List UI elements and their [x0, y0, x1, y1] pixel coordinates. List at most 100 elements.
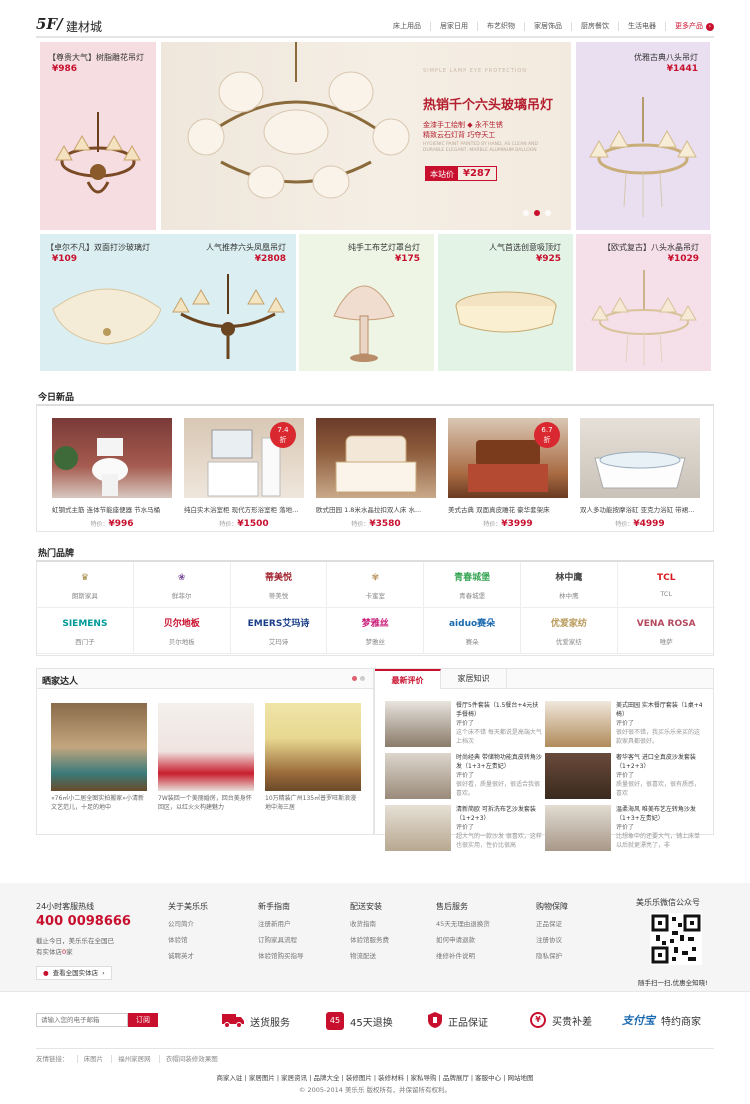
floor-nav-item[interactable]: 布艺织物	[477, 22, 524, 31]
brand-cell[interactable]: ♛ 朗斯家具	[37, 562, 134, 608]
bottom-link[interactable]: 品牌大全	[314, 1074, 340, 1082]
brand-cell[interactable]: 青春城堡 青春城堡	[424, 562, 521, 608]
review-item[interactable]: 清新简欧 可拆洗布艺沙发套装（1+2+3） 评价了 超大气的一款沙发 很喜欢，这样也…	[385, 805, 542, 851]
brand-cell[interactable]: 梦雅丝 梦雅丝	[327, 608, 425, 654]
bottom-link[interactable]: 商家入驻	[217, 1074, 243, 1082]
new-product-card[interactable]: 双人多功能按摩浴缸 亚克力浴缸 带裙... 特价：¥4999	[580, 418, 700, 529]
brand-cell[interactable]: aiduo赛朵 赛朵	[424, 608, 521, 654]
tile-title: 【欧式复古】八头水晶吊灯	[603, 243, 699, 252]
hero-banner[interactable]: SIMPLE LAMP EYE PROTECTION 热销千个六头玻璃吊灯 金漆…	[161, 42, 571, 230]
brand-cell[interactable]: 林中鹰 林中鹰	[521, 562, 618, 608]
review-text: 美式田园 实木餐厅套装（1桌+4椅） 评价了 很好很不错，我买乐乐来买的这款家具都很…	[616, 701, 704, 746]
floor-nav-item[interactable]: 生活电器	[618, 22, 665, 31]
footer-link[interactable]: 隐私保护	[536, 950, 568, 960]
review-product-title: 清新简欧 可拆洗布艺沙发套装（1+2+3）	[456, 806, 536, 822]
footer-column: 新手指南 注册新用户 订购家具流程 体验馆购买指导	[258, 901, 304, 960]
friend-link[interactable]: 床图片	[76, 1055, 110, 1063]
45-days-icon: 45	[326, 1012, 344, 1030]
tab-home-knowledge[interactable]: 家居知识	[441, 669, 507, 689]
product-tile-chandelier[interactable]: 【尊贵大气】树脂雕花吊灯 ¥986	[40, 42, 156, 230]
footer-link[interactable]: 注册协议	[536, 934, 568, 944]
showcase-card[interactable]: 7W装回一个美丽婚房，回台美身怀回区，以红火火构建魅力	[158, 703, 254, 814]
bottom-link[interactable]: 家居图片	[249, 1074, 275, 1082]
store-finder-button[interactable]: ● 查看全国实体店 ›	[36, 966, 112, 980]
email-input[interactable]	[36, 1013, 128, 1027]
footer-link[interactable]: 如何申请退款	[436, 934, 490, 944]
bottom-link[interactable]: 家居资讯	[281, 1074, 307, 1082]
footer-link[interactable]: 体验馆	[168, 934, 208, 944]
floor-nav-item[interactable]: 居家日用	[430, 22, 477, 31]
tab-latest-reviews[interactable]: 最新评价	[375, 669, 441, 689]
bottom-link[interactable]: 网站地图	[507, 1074, 533, 1082]
bottom-link[interactable]: 家私导购	[410, 1074, 436, 1082]
product-tile-chandelier[interactable]: 人气推荐六头凤凰吊灯 ¥2808	[161, 234, 296, 371]
bottom-link[interactable]: 客服中心	[475, 1074, 501, 1082]
subscribe-button[interactable]: 订阅	[128, 1013, 158, 1027]
brand-cell[interactable]: EMERS艾玛诗 艾玛诗	[230, 608, 328, 654]
banner-dot[interactable]	[545, 210, 551, 216]
footer-link[interactable]: 体验馆购买指导	[258, 950, 304, 960]
bottom-link[interactable]: 装修材料	[378, 1074, 404, 1082]
tile-title: 【尊贵大气】树脂雕花吊灯	[48, 53, 144, 62]
new-product-card[interactable]: 欧式田园 1.8米水晶拉扣双人床 水... 特价：¥3580	[316, 418, 436, 529]
product-tile-table-lamp[interactable]: 纯手工布艺灯罩台灯 ¥175	[299, 234, 434, 371]
footer-link[interactable]: 注册新用户	[258, 918, 304, 928]
floor-nav-item[interactable]: 家居饰品	[524, 22, 571, 31]
footer-link[interactable]: 体验馆服务费	[350, 934, 389, 944]
footer-link[interactable]: 45天无理由退换货	[436, 918, 490, 928]
footer-link[interactable]: 公司简介	[168, 918, 208, 928]
friend-link[interactable]: 福州家居网	[111, 1055, 157, 1063]
product-tile-ceiling-lamp[interactable]: 【卓尔不凡】双面打沙玻璃灯 ¥109	[40, 234, 175, 371]
footer-link[interactable]: 正品保证	[536, 918, 568, 928]
bottom-link[interactable]: 品牌展厅	[443, 1074, 469, 1082]
brand-cell[interactable]: VENA ROSA 唯萨	[617, 608, 715, 654]
review-item[interactable]: 餐厅5件套装（1.5餐台+4元扶手餐椅） 评价了 这个床不错 每天都说是高端大气上档…	[385, 701, 542, 747]
bottom-link[interactable]: 装修图片	[346, 1074, 372, 1082]
carousel-dot[interactable]	[360, 676, 365, 681]
product-name: 纯白实木浴室柜 现代方形浴室柜 落地...	[184, 506, 299, 514]
review-item[interactable]: 奢华客气 进口全真皮沙发套装（1+2+3） 评价了 质量很好，很喜欢，很有质感，喜欢	[545, 753, 700, 799]
product-tile-ceiling-lamp[interactable]: 人气首选创意吸顶灯 ¥925	[438, 234, 573, 371]
more-products-link[interactable]: 更多产品 ›	[665, 22, 714, 31]
tile-title: 【卓尔不凡】双面打沙玻璃灯	[46, 243, 150, 252]
table-lamp-image	[333, 285, 395, 362]
floor-nav-item[interactable]: 床上用品	[384, 22, 430, 31]
review-label: 评价了	[616, 772, 635, 779]
showcase-card[interactable]: «76㎡小二居全图实拍搬家»小清新文艺范儿，十足的地中	[51, 703, 147, 814]
new-product-card[interactable]: 7.4 折 纯白实木浴室柜 现代方形浴室柜 落地... 特价：¥1500	[184, 418, 304, 529]
brand-logo: aiduo赛朵	[448, 619, 496, 629]
footer-link[interactable]: 维修补件说明	[436, 950, 490, 960]
yen-icon: ¥	[530, 1012, 546, 1028]
product-tile-crystal-chandelier[interactable]: 【欧式复古】八头水晶吊灯 ¥1029	[576, 234, 711, 371]
new-product-card[interactable]: 6.7 折 美式古典 双面真皮雕花 豪华套架床 特价：¥3999	[448, 418, 568, 529]
banner-feature-1: 金漆手工绘制 ◆ 永不生锈	[423, 121, 503, 129]
review-item[interactable]: 美式田园 实木餐厅套装（1桌+4椅） 评价了 很好很不错，我买乐乐来买的这款家具都很…	[545, 701, 703, 747]
brand-cell[interactable]: 优爱家纺 优爱家纺	[521, 608, 618, 654]
showcase-card[interactable]: 10万精装广州135㎡普罗旺斯浪漫地中海三居	[265, 703, 361, 814]
brand-cell[interactable]: ✾ 卡蜜室	[327, 562, 425, 608]
footer-link[interactable]: 收货指南	[350, 918, 389, 928]
new-product-card[interactable]: 虹钢式主筋 连体节能座便器 节水马桶 特价：¥996	[52, 418, 172, 529]
product-tile-chandelier[interactable]: 优雅古典八头吊灯 ¥1441	[576, 42, 710, 230]
review-item[interactable]: 温柔海风 唯美布艺左转角沙发（1+3+左贵妃） 评价了 比想象中的还要大气，铺上床单…	[545, 805, 700, 851]
brand-cell[interactable]: 贝尔地板 贝尔地板	[133, 608, 231, 654]
review-comment: 很好很不错，我买乐乐来买的这款家具都很好。	[616, 729, 701, 745]
brand-cell[interactable]: TCL TCL	[617, 562, 715, 608]
footer-link[interactable]: 物流配送	[350, 950, 389, 960]
price-label: 特价：	[615, 521, 634, 528]
brand-name: 鲜菲尔	[171, 592, 192, 600]
review-item[interactable]: 时尚经典 带储物功能真皮转角沙发（1+3+左贵妃） 评价了 很好看，质量很好，很适合…	[385, 753, 542, 799]
friend-link[interactable]: 衣帽间装修效果图	[158, 1055, 224, 1063]
service-item: 45 45天退换	[326, 1012, 393, 1030]
floor-nav-item[interactable]: 厨房餐饮	[571, 22, 618, 31]
footer-link[interactable]: 诚聘英才	[168, 950, 208, 960]
brand-cell[interactable]: ❀ 鲜菲尔	[133, 562, 231, 608]
banner-dot[interactable]	[523, 210, 529, 216]
carousel-dot-active[interactable]	[352, 676, 357, 681]
arrow-right-icon: ›	[706, 22, 714, 31]
banner-dot-active[interactable]	[534, 210, 540, 216]
brand-cell[interactable]: 蒂美悦 蒂美悦	[230, 562, 328, 608]
review-text: 时尚经典 带储物功能真皮转角沙发（1+3+左贵妃） 评价了 很好看，质量很好，很适合…	[456, 753, 544, 798]
brand-cell[interactable]: SIEMENS 西门子	[37, 608, 134, 654]
footer-link[interactable]: 订购家具流程	[258, 934, 304, 944]
